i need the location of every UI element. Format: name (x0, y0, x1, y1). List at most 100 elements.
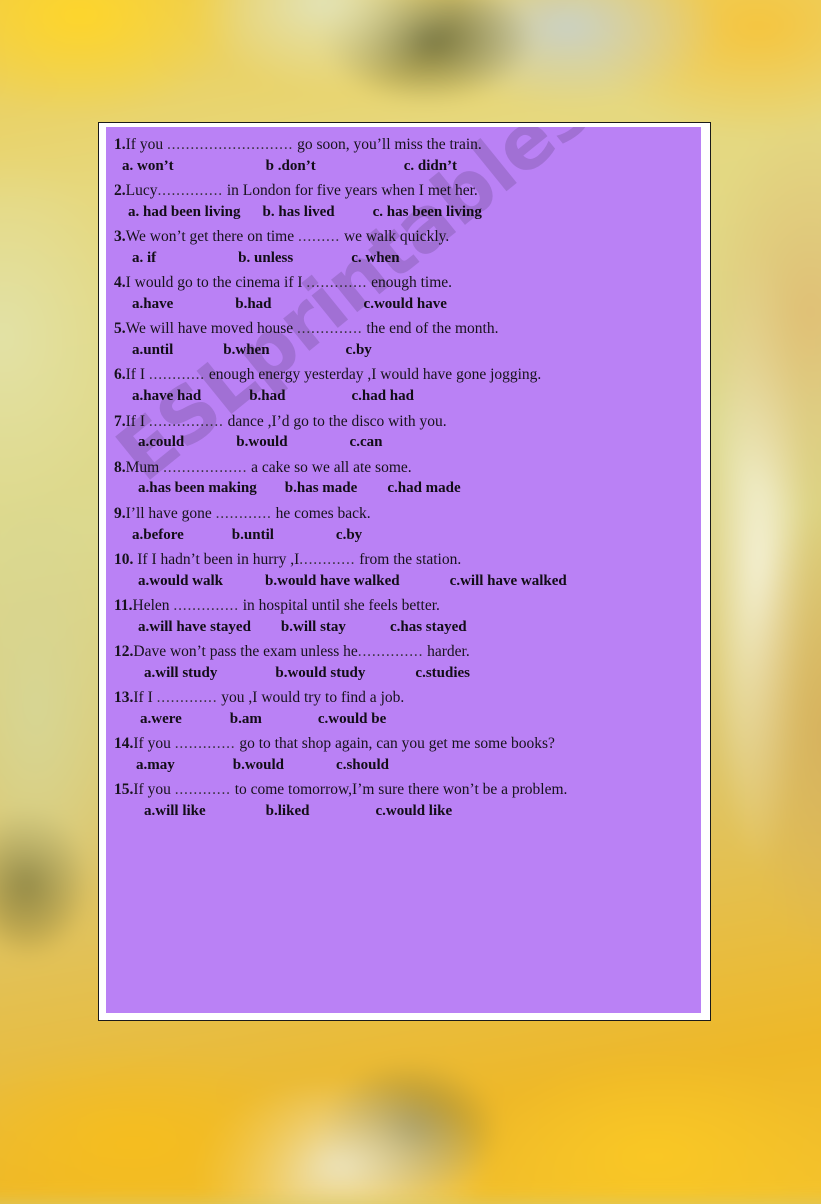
answer-option[interactable]: a.were (140, 711, 182, 727)
question-text-before: If I (133, 689, 157, 707)
answer-option[interactable]: c.had had (351, 388, 414, 404)
question-text: 9.I’ll have gone ............ he comes b… (114, 503, 701, 524)
question-text-before: I’ll have gone (125, 504, 216, 522)
blank-dots: .............. (357, 643, 424, 661)
option-row: a.before b.until c.by (114, 524, 701, 548)
answer-option[interactable]: b. has lived (263, 204, 335, 220)
answer-option[interactable]: b. unless (238, 250, 293, 266)
question-text-after: he comes back. (271, 504, 371, 522)
worksheet-panel: ESLprintables.com 1.If you .............… (98, 122, 711, 1021)
option-row: a.will like b.liked c.would like (114, 800, 701, 824)
question-text-after: to come tomorrow,I’m sure there won’t be… (230, 781, 568, 799)
answer-option[interactable]: c.studies (415, 665, 470, 681)
question-text-after: from the station. (355, 550, 462, 568)
answer-option[interactable]: b .don’t (266, 158, 316, 174)
blank-dots: ........................... (166, 136, 294, 153)
answer-option[interactable]: b.would (233, 757, 284, 773)
answer-option[interactable]: b.had (249, 388, 285, 404)
answer-option[interactable]: c.would be (318, 711, 386, 727)
blank-dots: ............ (299, 550, 356, 568)
answer-option[interactable]: c.by (346, 342, 372, 358)
answer-option[interactable]: b.liked (266, 803, 310, 819)
question-text: 14.If you ............. go to that shop … (114, 733, 701, 754)
answer-option[interactable]: a.has been making (138, 481, 257, 497)
answer-option[interactable]: c. didn’t (404, 158, 457, 174)
answer-option[interactable]: c.would have (364, 296, 447, 312)
blank-dots: ............ (215, 504, 272, 522)
option-row: a.until b.when c.by (114, 339, 701, 363)
answer-option[interactable]: c. has been living (373, 204, 482, 220)
question-number: 5. (114, 320, 126, 338)
answer-option[interactable]: a.would walk (138, 573, 223, 589)
question-block: 12.Dave won’t pass the exam unless he...… (114, 641, 701, 686)
question-text: 4.I would go to the cinema if I ........… (114, 272, 701, 293)
question-text-before: I would go to the cinema if I (125, 274, 307, 292)
question-number: 11. (114, 596, 133, 614)
answer-option[interactable]: c.by (336, 527, 362, 543)
answer-option[interactable]: b.would have walked (265, 573, 400, 589)
question-text-after: dance ,I’d go to the disco with you. (223, 412, 447, 430)
question-text-after: go to that shop again, can you get me so… (235, 735, 555, 753)
answer-option[interactable]: a.have had (132, 388, 201, 404)
blank-dots: .............. (157, 182, 223, 200)
question-block: 9.I’ll have gone ............ he comes b… (114, 503, 701, 548)
question-number: 9. (114, 504, 126, 522)
blank-dots: ................ (148, 412, 224, 430)
question-block: 11.Helen .............. in hospital unti… (114, 595, 701, 640)
answer-option[interactable]: c.had made (387, 481, 460, 497)
question-text: 10. If I hadn’t been in hurry ,I........… (114, 549, 701, 570)
answer-option[interactable]: a.before (132, 527, 184, 543)
answer-option[interactable]: a. won’t (122, 158, 174, 174)
question-block: 5.We will have moved house .............… (114, 318, 701, 363)
answer-option[interactable]: a.will have stayed (138, 619, 251, 635)
question-number: 13. (114, 689, 134, 707)
question-text-before: Dave won’t pass the exam unless he (133, 643, 358, 661)
blank-dots: ......... (298, 228, 341, 246)
answer-option[interactable]: b.am (230, 711, 262, 727)
answer-option[interactable]: a. if (132, 250, 156, 266)
blank-dots: .............. (173, 596, 239, 614)
answer-option[interactable]: c.will have walked (450, 573, 567, 589)
answer-option[interactable]: b.until (232, 527, 274, 543)
answer-option[interactable]: c.would like (375, 803, 452, 819)
question-text-after: harder. (423, 643, 470, 661)
question-text-after: the end of the month. (362, 320, 499, 338)
answer-option[interactable]: a.will study (144, 665, 217, 681)
question-text-before: If you (125, 136, 167, 153)
answer-option[interactable]: b.would (236, 435, 287, 451)
question-text: 13.If I ............. you ,I would try t… (114, 687, 701, 708)
question-text: 7.If I ................ dance ,I’d go to… (114, 411, 701, 432)
question-text-after: go soon, you’ll miss the train. (293, 136, 482, 153)
question-text-before: Lucy (125, 182, 158, 200)
question-number: 2. (114, 182, 126, 200)
blank-dots: ............. (174, 735, 236, 753)
blank-dots: ............ (174, 781, 231, 799)
answer-option[interactable]: a.will like (144, 803, 206, 819)
question-text: 2.Lucy.............. in London for five … (114, 180, 701, 201)
question-block: 6.If I ............ enough energy yester… (114, 364, 701, 409)
answer-option[interactable]: c.can (350, 435, 383, 451)
question-block: 15.If you ............ to come tomorrow,… (114, 779, 701, 824)
answer-option[interactable]: a. had been living (128, 204, 241, 220)
question-text-before: Helen (132, 596, 174, 614)
answer-option[interactable]: c.should (336, 757, 389, 773)
question-text-before: If you (133, 781, 175, 799)
answer-option[interactable]: b.had (235, 296, 271, 312)
question-text: 5.We will have moved house .............… (114, 318, 701, 339)
answer-option[interactable]: a.have (132, 296, 173, 312)
question-text: 12.Dave won’t pass the exam unless he...… (114, 641, 701, 662)
question-number: 6. (114, 366, 126, 384)
question-text: 11.Helen .............. in hospital unti… (114, 595, 701, 616)
answer-option[interactable]: b.will stay (281, 619, 346, 635)
answer-option[interactable]: c. when (351, 250, 399, 266)
answer-option[interactable]: b.would study (275, 665, 365, 681)
answer-option[interactable]: b.has made (285, 481, 358, 497)
answer-option[interactable]: a.until (132, 342, 173, 358)
question-text-before: If you (133, 735, 175, 753)
answer-option[interactable]: c.has stayed (390, 619, 467, 635)
option-row: a.will have stayed b.will stay c.has staye… (114, 616, 701, 640)
answer-option[interactable]: a.may (136, 757, 175, 773)
answer-option[interactable]: a.could (138, 435, 184, 451)
answer-option[interactable]: b.when (223, 342, 269, 358)
blank-dots: .................. (163, 458, 248, 476)
